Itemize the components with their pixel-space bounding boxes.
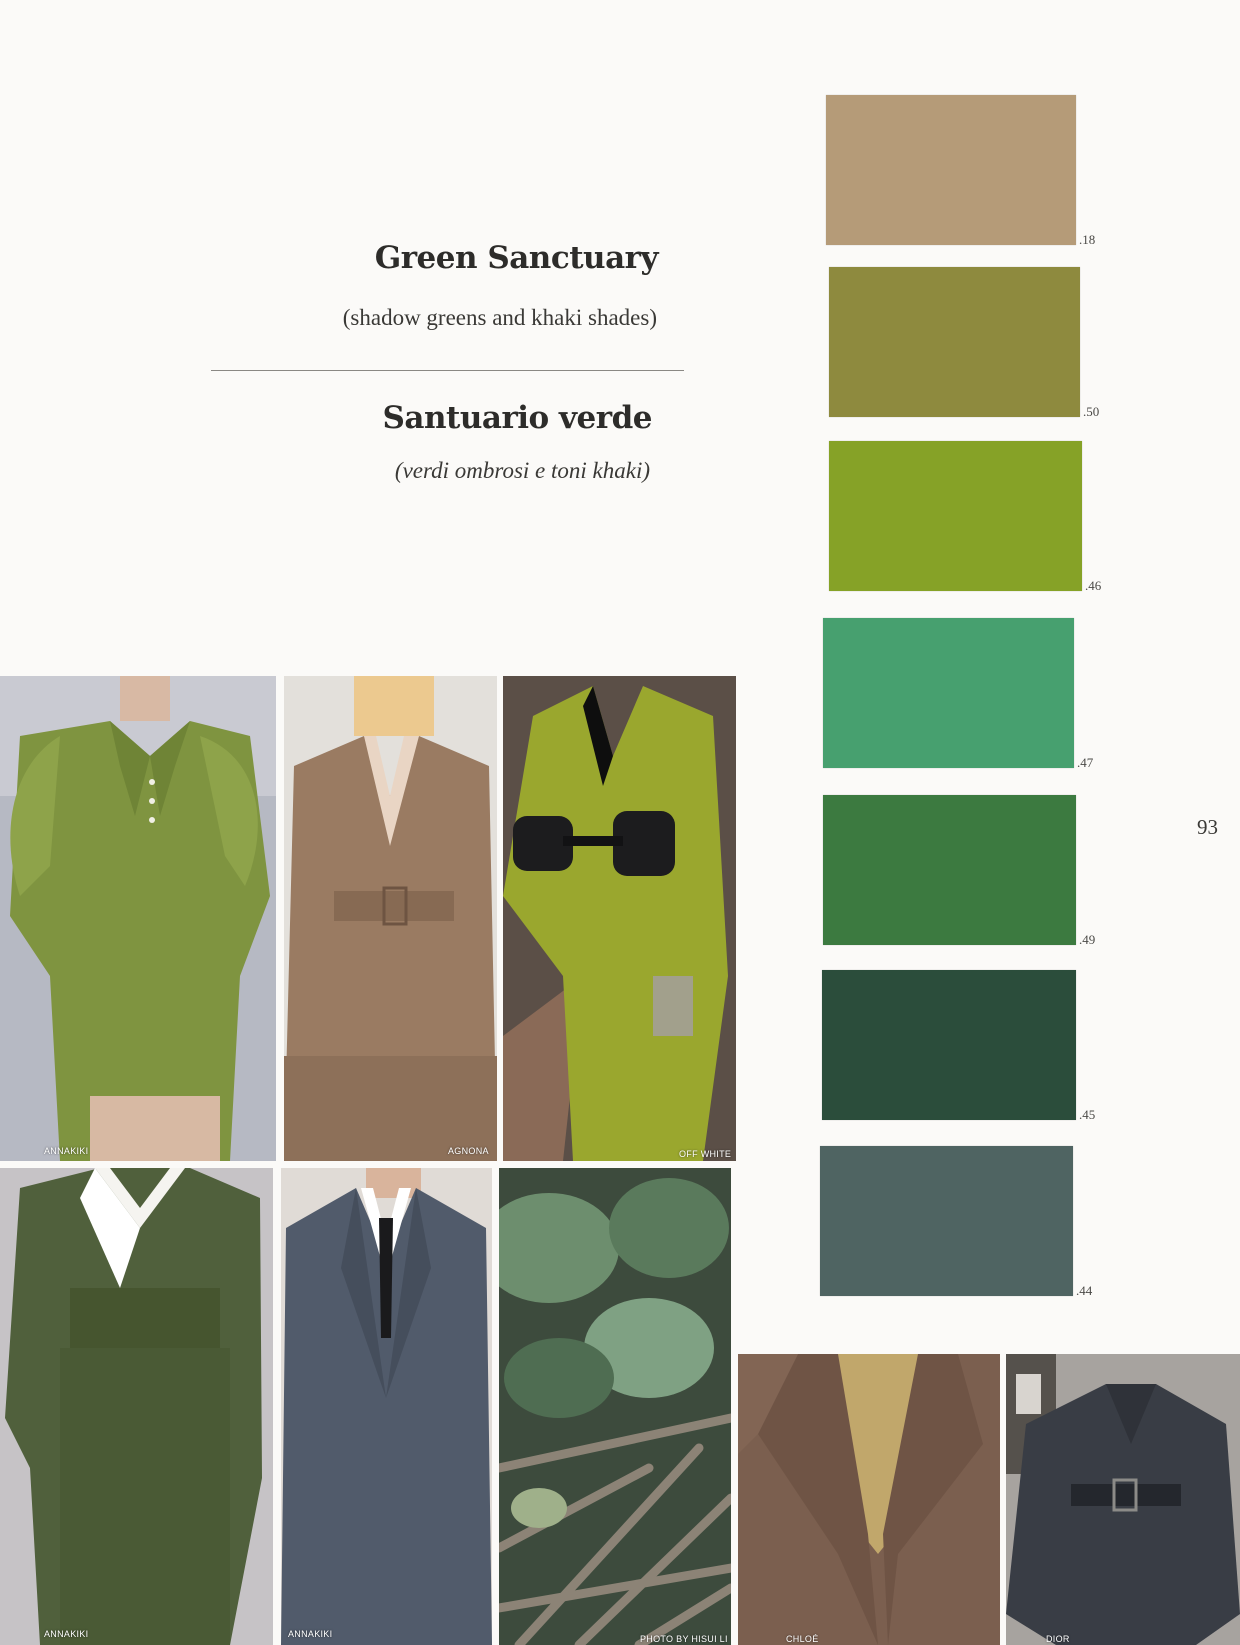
color-swatch — [820, 1146, 1073, 1296]
brown-tweed-jacket-photo — [738, 1354, 1000, 1645]
page-subtitle-italian: (verdi ombrosi e toni khaki) — [394, 458, 650, 483]
photo-credit: ANNAKIKI — [44, 1146, 89, 1156]
photo-credit: ANNAKIKI — [44, 1629, 89, 1639]
page-number: 93 — [1197, 815, 1218, 839]
swatch-code: .18 — [1079, 232, 1096, 247]
swatch-code: .47 — [1077, 755, 1094, 770]
color-swatch — [826, 95, 1076, 245]
green-leather-dress-photo — [0, 676, 276, 1161]
lime-suit-photo — [503, 676, 736, 1161]
slate-blazer-photo — [281, 1168, 492, 1645]
page-title-italian: Santuario verde — [382, 400, 652, 436]
photo-credit: OFF WHITE — [679, 1149, 732, 1159]
swatch-code: .49 — [1079, 932, 1096, 947]
color-swatch — [829, 441, 1082, 591]
photo-credit: CHLOÉ — [786, 1634, 819, 1644]
swatch-code: .44 — [1076, 1283, 1093, 1298]
photo-credit: PHOTO BY HISUI LI — [640, 1634, 728, 1644]
page-title: Green Sanctuary — [374, 240, 659, 276]
page-subtitle: (shadow greens and khaki shades) — [342, 305, 657, 330]
color-swatch — [823, 795, 1076, 945]
photo-credit: DIOR — [1046, 1634, 1070, 1644]
photo-credit: AGNONA — [448, 1146, 489, 1156]
color-swatch — [829, 267, 1080, 417]
color-swatch — [822, 970, 1076, 1120]
title-divider — [211, 370, 684, 371]
swatch-code: .46 — [1085, 578, 1102, 593]
leaves-and-sticks-photo — [499, 1168, 731, 1645]
grey-belted-coat-photo — [1006, 1354, 1240, 1645]
color-swatch — [823, 618, 1074, 768]
camel-belted-suit-photo — [284, 676, 497, 1161]
photo-credit: ANNAKIKI — [288, 1629, 333, 1639]
swatch-code: .50 — [1083, 404, 1100, 419]
olive-suit-photo — [0, 1168, 273, 1645]
swatch-code: .45 — [1079, 1107, 1096, 1122]
